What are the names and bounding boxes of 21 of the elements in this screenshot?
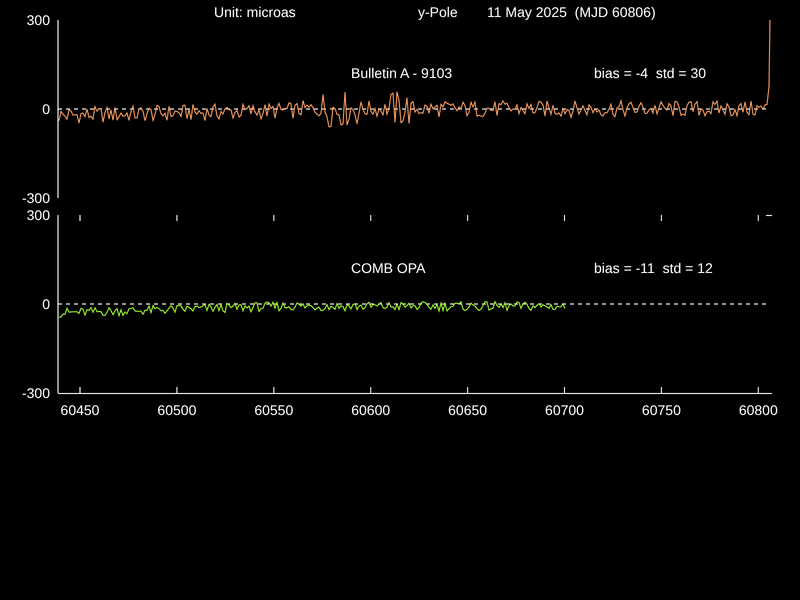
component-label: y-Pole <box>418 4 458 20</box>
y-tick-label: 300 <box>26 207 50 223</box>
y-tick-label: 0 <box>42 296 50 312</box>
y-tick-label: -300 <box>22 385 50 401</box>
x-tick-label: 60600 <box>351 402 390 418</box>
series-title: COMB OPA <box>351 260 426 276</box>
stats-label: bias = -11 std = 12 <box>594 260 713 276</box>
y-tick-label: -300 <box>22 190 50 206</box>
x-tick-label: 60450 <box>60 402 100 418</box>
x-tick-label: 60700 <box>545 402 584 418</box>
x-tick-label: 60800 <box>738 402 778 418</box>
x-tick-label: 60650 <box>448 402 488 418</box>
y-tick-label: 0 <box>42 101 50 117</box>
date-label: 11 May 2025 (MJD 60806) <box>487 4 656 20</box>
x-tick-label: 60750 <box>642 402 681 418</box>
unit-label: Unit: microas <box>214 4 296 20</box>
series-title: Bulletin A - 9103 <box>351 65 452 81</box>
stats-label: bias = -4 std = 30 <box>594 65 706 81</box>
y-tick-label: 300 <box>26 12 50 28</box>
x-tick-label: 60550 <box>254 402 294 418</box>
x-tick-label: 60500 <box>157 402 196 418</box>
